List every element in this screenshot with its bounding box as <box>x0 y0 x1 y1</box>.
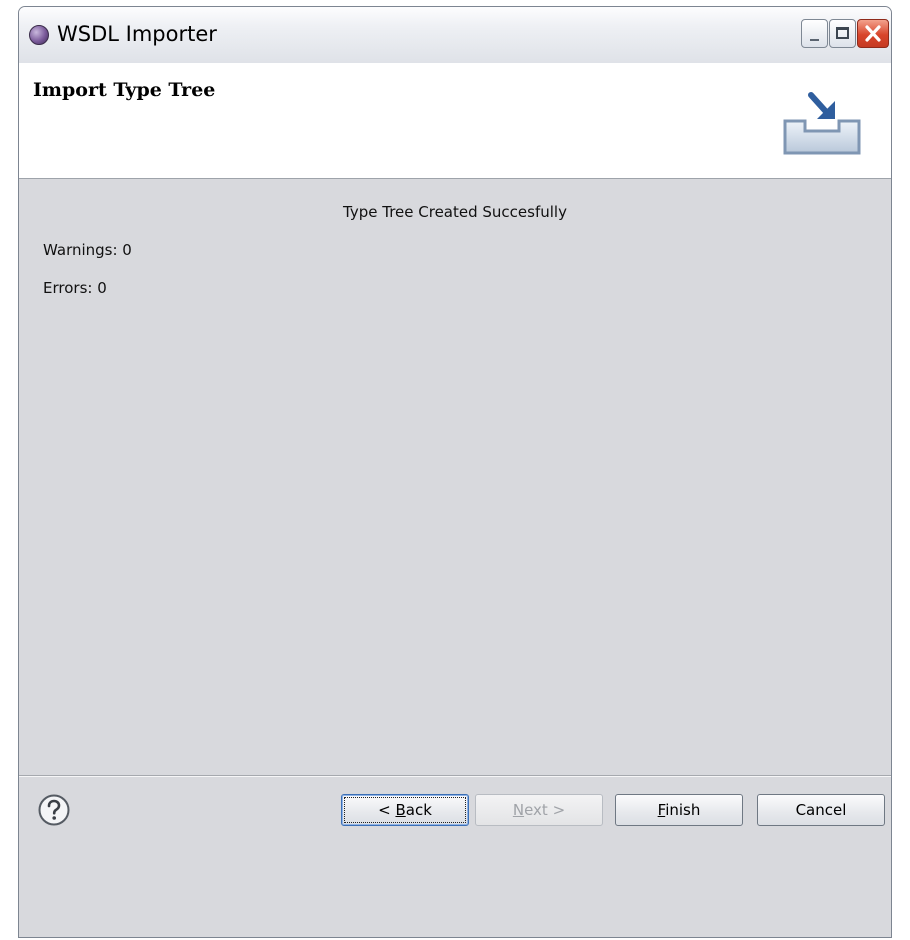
import-wizard-icon <box>783 92 861 155</box>
title-bar[interactable]: WSDL Importer <box>19 7 891 63</box>
back-button-suffix: ack <box>405 801 432 819</box>
dialog-window: WSDL Importer Import Type Tree Type Tree… <box>18 6 892 938</box>
cancel-button[interactable]: Cancel <box>757 794 885 826</box>
back-button-prefix: < <box>378 801 396 819</box>
wizard-content: Type Tree Created Succesfully Warnings: … <box>19 179 891 775</box>
back-button-mnemonic: B <box>395 801 406 819</box>
maximize-button[interactable] <box>829 19 856 48</box>
next-button-suffix: ext > <box>524 801 566 819</box>
minimize-button[interactable] <box>801 19 828 48</box>
minimize-icon <box>810 39 819 41</box>
window-title: WSDL Importer <box>57 22 217 46</box>
status-message: Type Tree Created Succesfully <box>343 203 567 221</box>
finish-button-suffix: inish <box>665 801 701 819</box>
close-button[interactable] <box>857 19 889 48</box>
finish-button[interactable]: Finish <box>615 794 743 826</box>
next-button[interactable]: Next > <box>475 794 603 826</box>
back-button[interactable]: < Back <box>341 794 469 826</box>
app-icon <box>29 25 49 45</box>
maximize-icon <box>836 27 849 39</box>
close-icon <box>865 25 881 42</box>
next-button-mnemonic: N <box>512 801 525 819</box>
help-icon[interactable] <box>37 793 71 827</box>
errors-count: Errors: 0 <box>43 279 107 297</box>
warnings-count: Warnings: 0 <box>43 241 132 259</box>
page-title: Import Type Tree <box>33 79 216 101</box>
wizard-header: Import Type Tree <box>19 63 891 179</box>
button-bar-separator <box>19 775 891 777</box>
